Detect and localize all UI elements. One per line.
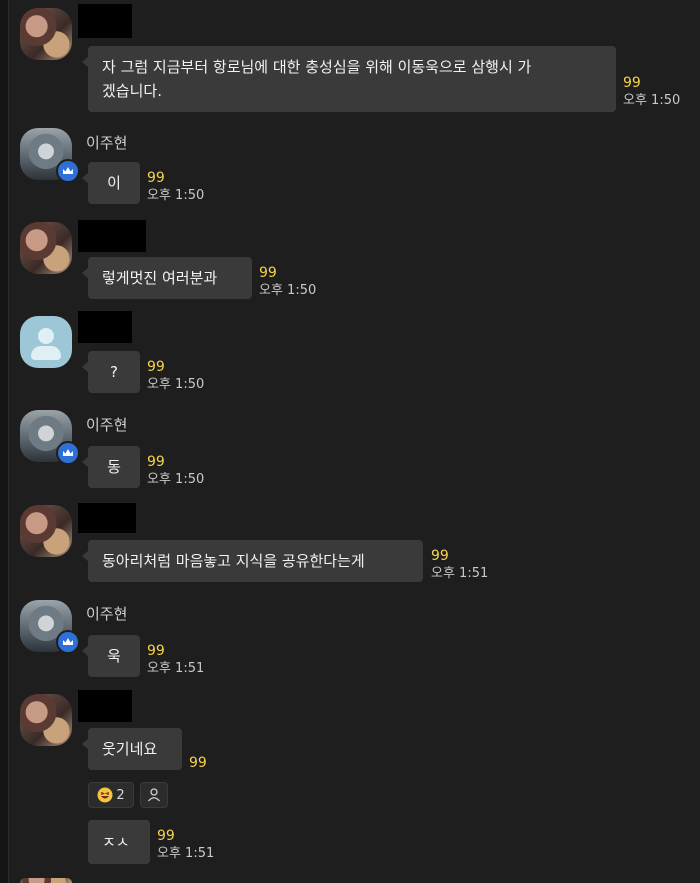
unread-count: 99 [431, 548, 449, 564]
message-meta: 99 오후 1:50 [147, 170, 204, 204]
message-meta: 99 오후 1:50 [259, 265, 316, 299]
message-text: 동 [107, 458, 121, 476]
message-text: ㅈㅅ [102, 833, 130, 851]
profile-avatar[interactable] [20, 505, 72, 557]
person-outline-icon [148, 788, 160, 802]
sender-name: 이주현 [86, 416, 128, 434]
unread-count: 99 [147, 359, 165, 375]
message-meta: 99 오후 1:50 [623, 75, 680, 109]
profile-avatar[interactable] [20, 694, 72, 746]
unread-count: 99 [259, 265, 277, 281]
redacted-sender-name [78, 220, 146, 252]
message-meta: 99 [189, 755, 207, 772]
laughing-face-emoji [97, 787, 113, 803]
message-meta: 99 오후 1:50 [147, 454, 204, 488]
message-bubble[interactable]: ? [82, 351, 140, 393]
sender-name: 이주현 [86, 134, 128, 152]
person-icon [38, 328, 54, 344]
message-text: 욱 [107, 647, 121, 665]
message-bubble[interactable]: 자 그럼 지금부터 항로님에 대한 충성심을 위해 이동욱으로 삼행시 가 겠습… [82, 46, 616, 112]
reactor-list-button[interactable] [140, 782, 168, 808]
timestamp: 오후 1:51 [147, 661, 205, 676]
timestamp: 오후 1:50 [147, 472, 205, 487]
timestamp: 오후 1:51 [431, 566, 489, 581]
message-bubble[interactable]: 동아리처럼 마음놓고 지식을 공유한다는게 [82, 540, 423, 582]
redacted-sender-name [78, 690, 132, 722]
message-text: 동아리처럼 마음놓고 지식을 공유한다는게 [102, 552, 365, 570]
profile-avatar[interactable] [20, 222, 72, 274]
message-text: 겠습니다. [102, 82, 162, 100]
message-bubble[interactable]: 렇게멋진 여러분과 [82, 257, 252, 299]
profile-avatar[interactable] [20, 316, 72, 368]
timestamp: 오후 1:50 [259, 283, 317, 298]
message-meta: 99 오후 1:50 [147, 359, 204, 393]
message-text: 이 [107, 174, 121, 192]
profile-avatar[interactable] [20, 8, 72, 60]
redacted-sender-name [78, 503, 136, 533]
sender-name: 이주현 [86, 605, 128, 623]
message-bubble[interactable]: ㅈㅅ [88, 820, 150, 864]
message-text: ? [110, 363, 118, 381]
unread-count: 99 [147, 170, 165, 186]
message-meta: 99 오후 1:51 [431, 548, 488, 582]
message-bubble[interactable]: 웃기네요 [82, 728, 182, 770]
profile-avatar[interactable] [20, 878, 72, 883]
unread-count: 99 [147, 643, 165, 659]
crown-icon [56, 630, 80, 654]
message-text: 웃기네요 [102, 740, 158, 758]
redacted-sender-name [78, 311, 132, 343]
timestamp: 오후 1:51 [157, 846, 215, 861]
chat-message-list[interactable]: 자 그럼 지금부터 항로님에 대한 충성심을 위해 이동욱으로 삼행시 가 겠습… [0, 0, 700, 883]
timestamp: 오후 1:50 [147, 377, 205, 392]
unread-count: 99 [189, 755, 207, 771]
unread-count: 99 [623, 75, 641, 91]
reaction-chip[interactable]: 2 [88, 782, 134, 808]
message-meta: 99 오후 1:51 [147, 643, 204, 677]
unread-count: 99 [157, 828, 175, 844]
crown-icon [56, 159, 80, 183]
message-text: 렇게멋진 여러분과 [102, 269, 218, 287]
message-bubble[interactable]: 이 [82, 162, 140, 204]
timestamp: 오후 1:50 [147, 188, 205, 203]
timestamp: 오후 1:50 [623, 93, 681, 108]
message-bubble[interactable]: 동 [82, 446, 140, 488]
message-meta: 99 오후 1:51 [157, 828, 214, 862]
reaction-count: 2 [116, 787, 125, 803]
unread-count: 99 [147, 454, 165, 470]
message-bubble[interactable]: 욱 [82, 635, 140, 677]
redacted-sender-name [78, 4, 132, 38]
message-text: 자 그럼 지금부터 항로님에 대한 충성심을 위해 이동욱으로 삼행시 가 [102, 58, 532, 76]
crown-icon [56, 441, 80, 465]
